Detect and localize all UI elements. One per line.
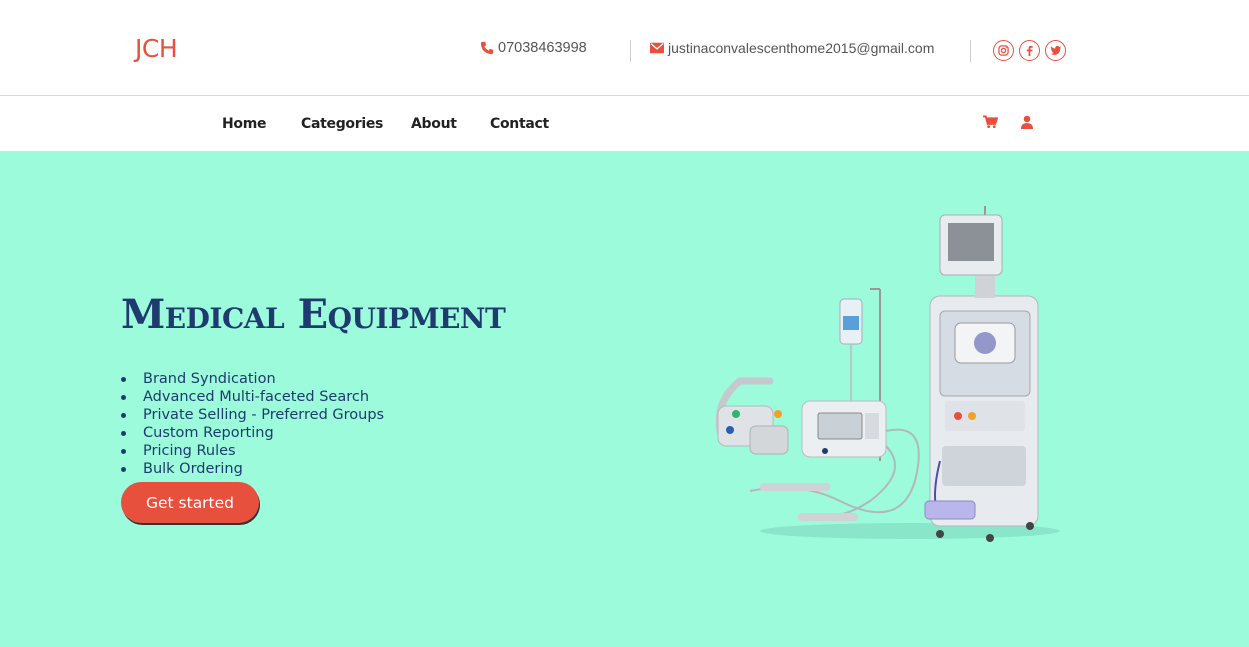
email-contact[interactable]: justinaconvalescenthome2015@gmail.com	[650, 40, 934, 56]
phone-number: 07038463998	[498, 40, 587, 56]
main-nav: Home Categories About Contact	[0, 96, 1249, 151]
nav-contact[interactable]: Contact	[490, 116, 549, 132]
nav-home[interactable]: Home	[222, 116, 267, 132]
logo[interactable]: JCH	[135, 34, 178, 63]
instagram-icon[interactable]	[993, 40, 1014, 61]
hero-section: Medical Equipment Brand Syndication Adva…	[0, 151, 1249, 647]
feature-list: Brand Syndication Advanced Multi-faceted…	[121, 370, 384, 478]
cart-icon[interactable]	[983, 115, 999, 134]
top-header: JCH 07038463998 justinaconvalescenthome2…	[0, 0, 1249, 95]
list-item: Advanced Multi-faceted Search	[121, 388, 384, 406]
envelope-icon	[650, 42, 664, 54]
list-item: Custom Reporting	[121, 424, 384, 442]
twitter-icon[interactable]	[1045, 40, 1066, 61]
social-links	[993, 40, 1066, 61]
list-item: Bulk Ordering	[121, 460, 384, 478]
get-started-button[interactable]: Get started	[121, 482, 259, 523]
medical-equipment-image	[715, 206, 1060, 542]
separator	[630, 40, 631, 62]
email-address: justinaconvalescenthome2015@gmail.com	[668, 40, 935, 56]
list-item: Pricing Rules	[121, 442, 384, 460]
phone-contact[interactable]: 07038463998	[480, 40, 587, 56]
list-item: Private Selling - Preferred Groups	[121, 406, 384, 424]
phone-icon	[480, 41, 494, 55]
user-icon[interactable]	[1021, 115, 1033, 134]
list-item: Brand Syndication	[121, 370, 384, 388]
facebook-icon[interactable]	[1019, 40, 1040, 61]
nav-categories[interactable]: Categories	[301, 116, 383, 132]
separator	[970, 40, 971, 62]
nav-about[interactable]: About	[411, 116, 457, 132]
hero-title: Medical Equipment	[121, 291, 506, 338]
